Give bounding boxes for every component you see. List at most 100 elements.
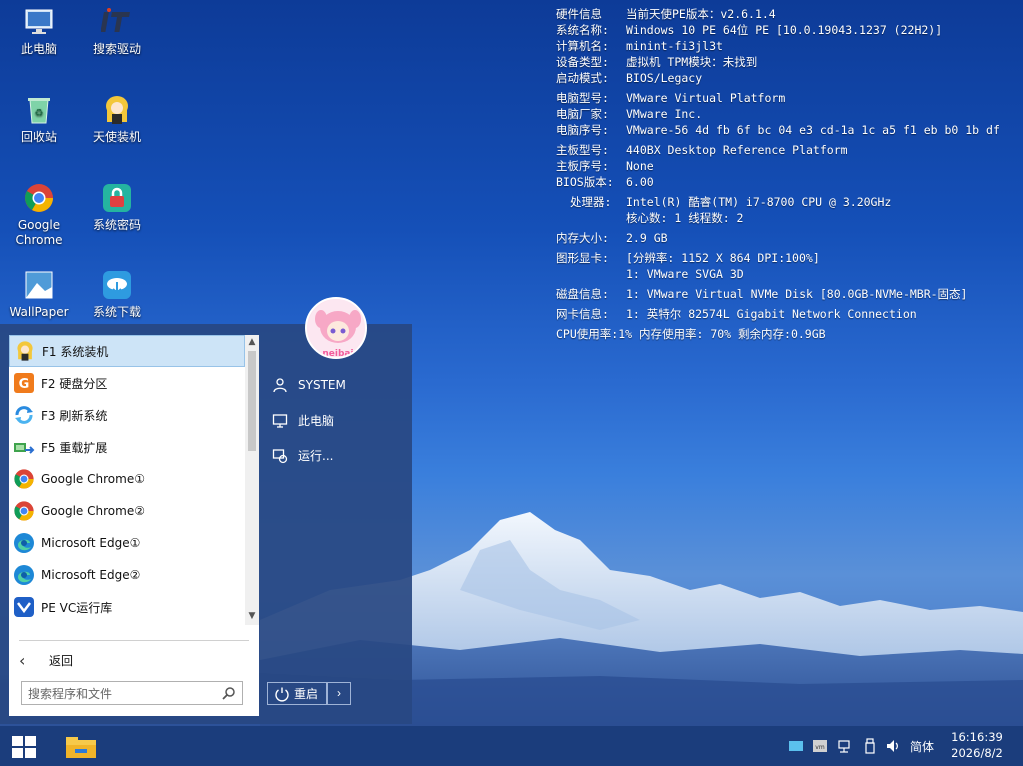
info-row: 网卡信息: 1: 英特尔 82574L Gigabit Network Conne… [556, 306, 1016, 322]
info-value: [分辨率: 1152 X 864 DPI:100%] [626, 251, 820, 265]
app-item-google-chrome-1[interactable]: Google Chrome① [9, 463, 245, 495]
restart-label: 重启 [294, 687, 319, 701]
edge-icon [14, 565, 34, 585]
info-row: 硬件信息 当前天使PE版本：v2.6.1.4 [556, 6, 1016, 22]
info-row: CPU使用率: 1% 内存使用率: 70% 剩余内存:0.9GB [556, 326, 1016, 342]
info-value: minint-fi3jl3t [626, 39, 723, 53]
desktop-icon-this-pc[interactable]: 此电脑 [3, 6, 75, 57]
volume-icon[interactable] [885, 738, 901, 754]
info-value: 虚拟机 TPM模块：未找到 [626, 55, 758, 69]
user-icon [273, 378, 287, 393]
start-right-run[interactable]: 运行... [272, 447, 333, 464]
app-item-label: Microsoft Edge② [41, 568, 141, 582]
svg-text:G: G [19, 377, 30, 392]
chevron-right-icon: › [337, 686, 341, 700]
app-item-label: F1 系统装机 [42, 344, 109, 359]
start-right-this-pc[interactable]: 此电脑 [272, 412, 334, 429]
desktop-icon-angel-installer[interactable]: 天使装机 [81, 94, 153, 145]
visual-studio-icon [14, 597, 34, 617]
chrome-icon [14, 501, 34, 521]
edge-icon [14, 533, 34, 553]
svg-text:♻: ♻ [35, 108, 44, 119]
info-key: 网卡信息: [556, 307, 609, 321]
info-value: 1: 英特尔 82574L Gigabit Network Connection [626, 307, 917, 321]
info-key: 主板序号: [556, 159, 609, 173]
search-input[interactable]: 搜索程序和文件 [21, 681, 243, 705]
ime-indicator[interactable]: 简体 [910, 738, 934, 755]
app-item-disk-partition[interactable]: G F2 硬盘分区 [9, 367, 245, 399]
refresh-icon [15, 406, 33, 424]
app-item-label: F3 刷新系统 [41, 408, 108, 423]
desktop-icon-label: 系统下载 [92, 305, 141, 319]
run-icon [272, 448, 288, 463]
app-item-google-chrome-2[interactable]: Google Chrome② [9, 495, 245, 527]
info-key: 图形显卡: [556, 251, 609, 265]
scroll-down-icon[interactable]: ▼ [247, 611, 257, 621]
back-button[interactable]: ‹ 返回 [19, 647, 73, 673]
app-item-refresh-system[interactable]: F3 刷新系统 [9, 399, 245, 431]
taskbar-clock[interactable]: 16:16:39 2026/8/2 [946, 729, 1008, 761]
computer-icon [272, 413, 288, 428]
info-row: 处理器: Intel(R) 酷睿(TM) i7-8700 CPU @ 3.20GH… [556, 194, 1016, 210]
restart-button[interactable]: 重启 [267, 682, 327, 705]
start-right-system[interactable]: SYSTEM [272, 377, 346, 393]
info-value: 2.9 GB [626, 231, 668, 245]
info-value: 核心数: 1 线程数: 2 [626, 211, 744, 225]
info-key: CPU使用率: [556, 327, 619, 341]
chevron-left-icon: ‹ [19, 650, 26, 670]
windows-start-icon[interactable] [12, 736, 36, 758]
app-item-microsoft-edge-2[interactable]: Microsoft Edge② [9, 559, 245, 591]
info-value: BIOS/Legacy [626, 71, 703, 85]
desktop-icon-google-chrome[interactable]: Google Chrome [3, 182, 75, 248]
power-icon [275, 687, 289, 701]
desktop-icon-label: 此电脑 [20, 42, 57, 56]
desktop-icon-wallpaper[interactable]: WallPaper [3, 269, 75, 320]
vmware-icon[interactable]: vm [812, 738, 828, 754]
usb-icon[interactable] [862, 738, 878, 754]
info-row: 核心数: 1 线程数: 2 [556, 210, 1016, 226]
search-icon [222, 687, 235, 700]
app-item-reload-extension[interactable]: F5 重载扩展 [9, 431, 245, 463]
power-options-button[interactable]: › [327, 682, 351, 705]
info-value: VMware-56 4d fb 6f bc 04 e3 cd-1a 1c a5 … [626, 123, 1000, 137]
apps-divider [19, 640, 249, 641]
info-row: 系统名称: Windows 10 PE 64位 PE [10.0.19043.12… [556, 22, 1016, 38]
file-explorer-icon[interactable] [66, 734, 96, 758]
info-row: 设备类型: 虚拟机 TPM模块：未找到 [556, 54, 1016, 70]
monitor-icon [25, 9, 53, 34]
system-info-panel: 硬件信息 当前天使PE版本：v2.6.1.4 系统名称: Windows 10 PE… [556, 6, 1016, 342]
scroll-thumb[interactable] [248, 351, 256, 451]
info-value: Intel(R) 酷睿(TM) i7-8700 CPU @ 3.20GHz [626, 195, 892, 209]
info-key: 磁盘信息: [556, 287, 609, 301]
chrome-icon [14, 469, 34, 489]
cloud-download-icon [103, 271, 131, 299]
info-key: 硬件信息 [556, 7, 602, 21]
desktop-icon-system-password[interactable]: 系统密码 [81, 182, 153, 233]
info-value: Windows 10 PE 64位 PE [10.0.19043.1237 (2… [626, 23, 943, 37]
desktop-icon-system-download[interactable]: 系统下载 [81, 269, 153, 320]
info-row: 启动模式: BIOS/Legacy [556, 70, 1016, 86]
app-list-scrollbar[interactable]: ▲ ▼ [245, 335, 259, 625]
info-key: 电脑型号: [556, 91, 609, 105]
start-right-label: 此电脑 [298, 414, 335, 428]
avatar[interactable]: neibai [305, 297, 367, 359]
info-key: 处理器: [570, 195, 612, 209]
desktop-icon-recycle-bin[interactable]: ♻ 回收站 [3, 94, 75, 145]
start-menu-apps-panel: F1 系统装机 G F2 硬盘分区 F3 刷新系统 F5 重载扩展 Google… [9, 335, 259, 716]
desktop-icon-search-driver[interactable]: 搜索驱动 [81, 6, 153, 57]
scroll-up-icon[interactable]: ▲ [247, 337, 257, 347]
network-status-icon[interactable] [788, 738, 804, 754]
info-key: 电脑厂家: [556, 107, 609, 121]
app-item-label: Microsoft Edge① [41, 536, 141, 550]
info-key: 电脑序号: [556, 123, 609, 137]
info-key: 启动模式: [556, 71, 609, 85]
desktop-icon-label: 天使装机 [92, 130, 141, 144]
desktop-icon-label: 回收站 [20, 130, 57, 144]
app-item-pe-vc-runtime[interactable]: PE VC运行库 [9, 591, 245, 623]
angel-icon [106, 96, 128, 124]
app-item-label: F5 重载扩展 [41, 440, 108, 455]
app-item-system-install[interactable]: F1 系统装机 [9, 335, 245, 367]
start-right-label: SYSTEM [298, 378, 346, 392]
app-item-microsoft-edge-1[interactable]: Microsoft Edge① [9, 527, 245, 559]
network-icon[interactable] [837, 738, 853, 754]
